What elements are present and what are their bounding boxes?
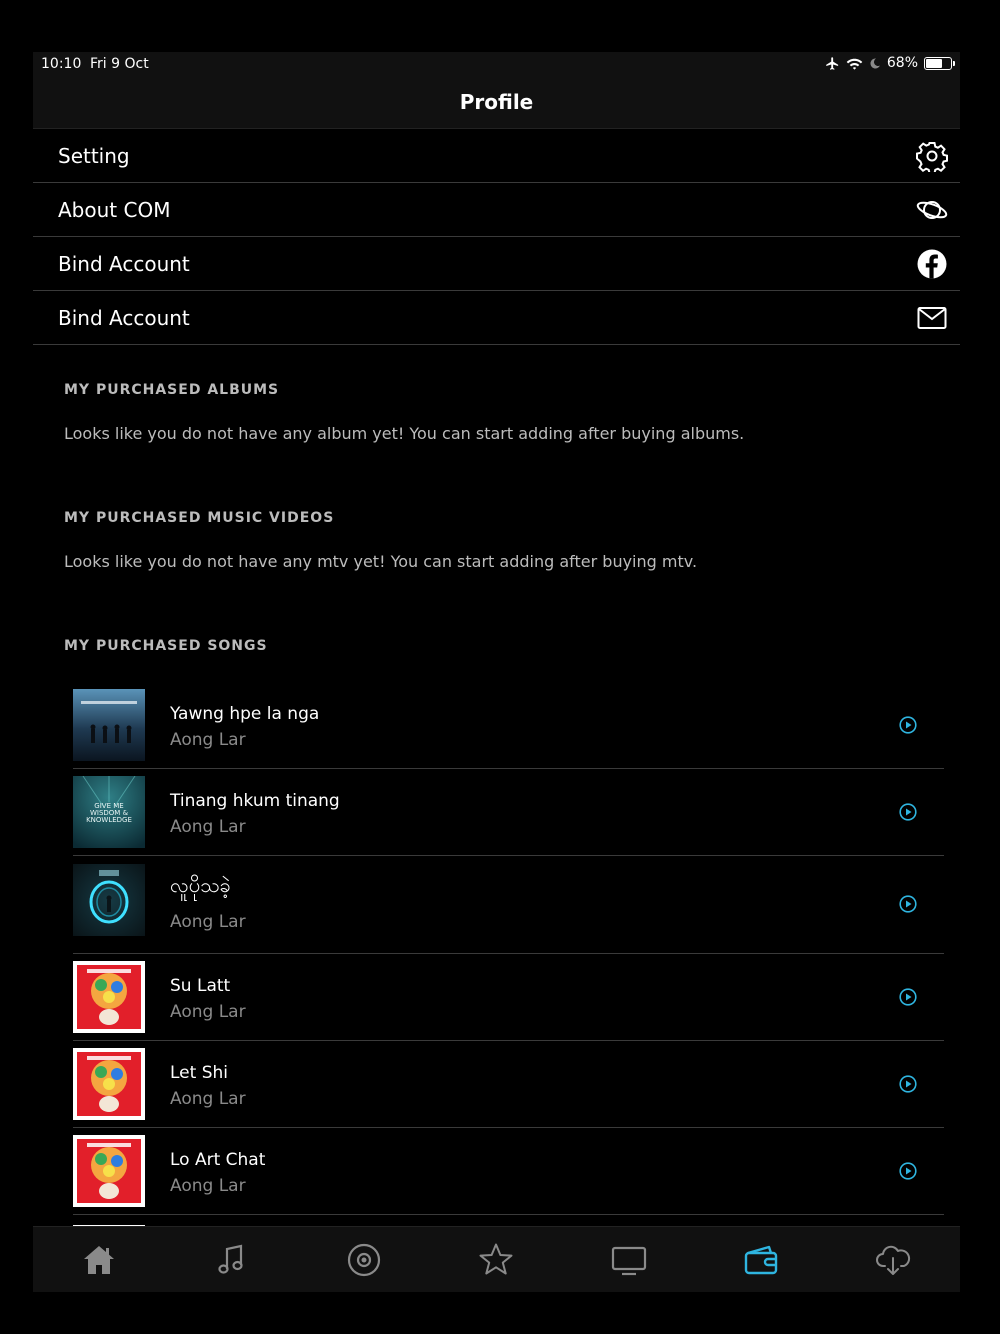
play-icon[interactable] <box>899 1162 917 1180</box>
home-icon[interactable] <box>80 1241 118 1279</box>
play-icon[interactable] <box>899 1075 917 1093</box>
album-art <box>73 1048 145 1120</box>
battery-fill <box>926 58 943 68</box>
song-row[interactable]: Su Latt Aong Lar <box>73 954 944 1041</box>
albums-section-title: MY PURCHASED ALBUMS <box>64 382 280 398</box>
song-artist: Aong Lar <box>170 730 246 750</box>
menu-item-label: About COM <box>58 197 171 222</box>
menu-item-label: Setting <box>58 143 130 168</box>
purchased-songs-list: Yawng hpe la nga Aong Lar GIVE ME WISDOM… <box>73 682 944 1235</box>
song-title: လူပိုသခဲ့ <box>170 873 231 897</box>
planet-icon <box>916 201 948 219</box>
play-icon[interactable] <box>899 895 917 913</box>
song-row[interactable]: Let Shi Aong Lar <box>73 1041 944 1128</box>
song-artist: Aong Lar <box>170 912 246 932</box>
status-bar: 10:10 Fri 9 Oct 68% <box>33 52 960 76</box>
album-art <box>73 961 145 1033</box>
status-date: Fri 9 Oct <box>90 56 149 72</box>
mail-icon <box>917 307 947 329</box>
song-row[interactable]: လူပိုသခဲ့ Aong Lar <box>73 856 944 954</box>
page-title: Profile <box>459 90 534 114</box>
disc-icon[interactable] <box>345 1241 383 1279</box>
song-row[interactable]: GIVE ME WISDOM & KNOWLEDGE Tinang hkum t… <box>73 769 944 856</box>
menu-item-setting[interactable]: Setting <box>33 129 960 183</box>
song-artist: Aong Lar <box>170 1089 246 1109</box>
battery-icon <box>924 56 955 70</box>
song-artist: Aong Lar <box>170 1002 246 1022</box>
song-row[interactable]: Lo Art Chat Aong Lar <box>73 1128 944 1215</box>
battery-percent: 68% <box>886 55 918 71</box>
tab-bar <box>33 1226 960 1292</box>
songs-section-title: MY PURCHASED SONGS <box>64 638 268 654</box>
videos-empty-text: Looks like you do not have any mtv yet! … <box>64 552 698 571</box>
play-icon[interactable] <box>899 988 917 1006</box>
menu-item-label: Bind Account <box>58 305 190 330</box>
album-art <box>73 689 145 761</box>
play-icon[interactable] <box>899 803 917 821</box>
menu-item-about[interactable]: About COM <box>33 183 960 237</box>
menu-item-bind-email[interactable]: Bind Account <box>33 291 960 345</box>
album-art: GIVE ME WISDOM & KNOWLEDGE <box>73 776 145 848</box>
music-note-icon[interactable] <box>213 1241 251 1279</box>
star-icon[interactable] <box>477 1241 515 1279</box>
status-time: 10:10 <box>41 56 82 72</box>
airplane-icon <box>826 56 838 70</box>
album-art-text: KNOWLEDGE <box>86 816 132 824</box>
menu-item-label: Bind Account <box>58 251 190 276</box>
cloud-download-icon[interactable] <box>874 1241 912 1279</box>
profile-menu: Setting About COM Bind Account Bind Acco… <box>33 129 960 345</box>
song-row[interactable]: Yawng hpe la nga Aong Lar <box>73 682 944 769</box>
wallet-icon[interactable] <box>742 1241 780 1279</box>
albums-empty-text: Looks like you do not have any album yet… <box>64 424 745 443</box>
moon-icon <box>870 57 880 68</box>
song-title: Yawng hpe la nga <box>170 704 320 724</box>
song-title: Su Latt <box>170 976 231 996</box>
facebook-icon <box>917 249 947 279</box>
song-artist: Aong Lar <box>170 1176 246 1196</box>
status-right: 68% <box>825 55 955 71</box>
song-artist: Aong Lar <box>170 817 246 837</box>
tv-icon[interactable] <box>610 1241 648 1279</box>
app-screen: 10:10 Fri 9 Oct 68% Profile Setting Abou… <box>33 52 960 1292</box>
song-title: Let Shi <box>170 1063 228 1083</box>
album-art <box>73 1135 145 1207</box>
wifi-icon <box>846 58 863 70</box>
gear-icon <box>916 142 948 172</box>
song-title: Lo Art Chat <box>170 1150 266 1170</box>
videos-section-title: MY PURCHASED MUSIC VIDEOS <box>64 510 335 526</box>
nav-bar: Profile <box>33 76 960 129</box>
song-title: Tinang hkum tinang <box>170 791 340 811</box>
album-art <box>73 864 145 936</box>
play-icon[interactable] <box>899 716 917 734</box>
menu-item-bind-facebook[interactable]: Bind Account <box>33 237 960 291</box>
